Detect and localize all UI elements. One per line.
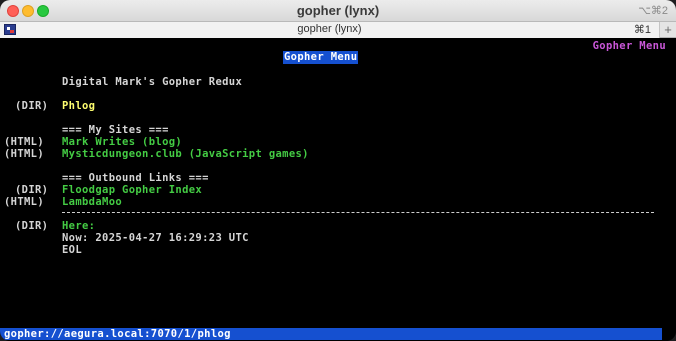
item-type-dir: (DIR): [15, 184, 49, 196]
item-type-html: (HTML): [4, 196, 45, 208]
section-header-outbound: === Outbound Links ===: [62, 172, 209, 184]
item-type-html: (HTML): [4, 136, 45, 148]
page-corner-title: Gopher Menu: [592, 40, 666, 52]
eol-text: EOL: [62, 244, 83, 256]
page-heading: Gopher Menu: [283, 51, 359, 64]
link-here[interactable]: Here:: [62, 220, 95, 232]
tab-bar: gopher (lynx) ⌘1 +: [0, 22, 676, 38]
tab-label: gopher (lynx): [297, 23, 362, 35]
item-type-dir: (DIR): [15, 220, 49, 232]
tab-shortcut: ⌘1: [633, 24, 651, 36]
item-type-html: (HTML): [4, 148, 45, 160]
item-type-dir: (DIR): [15, 100, 49, 112]
link-mysticdungeon[interactable]: Mysticdungeon.club (JavaScript games): [62, 148, 309, 160]
tab-gopher-lynx[interactable]: gopher (lynx) ⌘1: [0, 22, 660, 38]
section-header-my-sites: === My Sites ===: [62, 124, 169, 136]
link-phlog[interactable]: Phlog: [62, 100, 95, 112]
title-bar: gopher (lynx) ⌥⌘2: [0, 0, 676, 22]
link-floodgap[interactable]: Floodgap Gopher Index: [62, 184, 202, 196]
status-url: gopher://aegura.local:7070/1/phlog: [4, 328, 231, 340]
link-mark-writes[interactable]: Mark Writes (blog): [62, 136, 182, 148]
new-tab-button[interactable]: +: [660, 22, 676, 38]
status-bar: gopher://aegura.local:7070/1/phlog: [0, 328, 662, 340]
terminal-scroll-track[interactable]: [662, 39, 676, 341]
timestamp-text: Now: 2025-04-27 16:29:23 UTC: [62, 232, 249, 244]
window-shortcut: ⌥⌘2: [638, 5, 668, 17]
terminal-window: gopher (lynx) ⌥⌘2 gopher (lynx) ⌘1 + Gop…: [0, 0, 676, 341]
intro-text: Digital Mark's Gopher Redux: [62, 76, 243, 88]
divider-rule: [62, 212, 654, 213]
link-lambdamoo[interactable]: LambdaMoo: [62, 196, 122, 208]
window-title: gopher (lynx): [296, 3, 380, 18]
